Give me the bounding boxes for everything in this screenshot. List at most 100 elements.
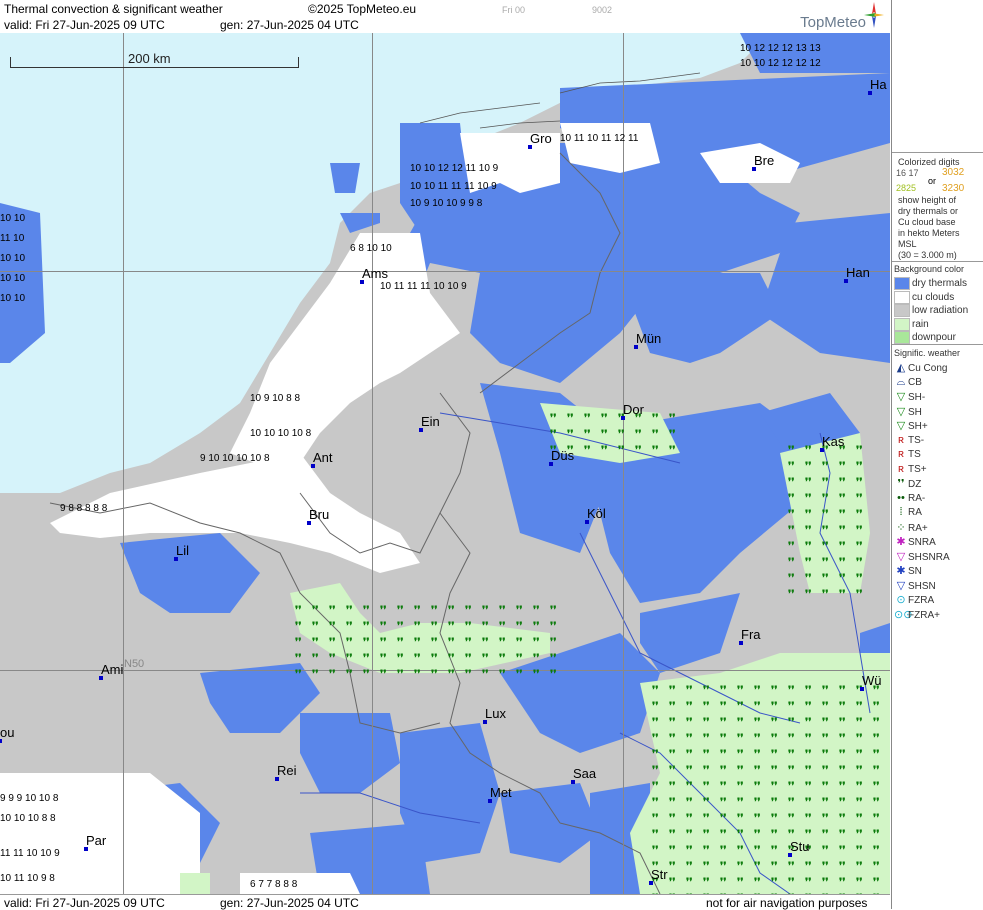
rain-mark: ❜❜: [754, 701, 761, 712]
rain-mark: ❜❜: [839, 829, 846, 840]
rain-mark: ❜❜: [805, 573, 812, 584]
rain-mark: ❜❜: [805, 493, 812, 504]
rain-mark: ❜❜: [703, 845, 710, 856]
city-label: Han: [844, 265, 870, 283]
rain-mark: ❜❜: [669, 813, 676, 824]
rain-mark: ❜❜: [805, 445, 812, 456]
rain-mark: ❜❜: [822, 573, 829, 584]
rain-mark: ❜❜: [414, 669, 421, 680]
rain-mark: ❜❜: [771, 877, 778, 888]
legend-wx-item: ʀ TS: [894, 448, 921, 462]
city-label: Met: [488, 785, 512, 803]
rain-mark: ❜❜: [465, 621, 472, 632]
rain-mark: ❜❜: [584, 413, 591, 424]
rain-mark: ❜❜: [873, 701, 880, 712]
rain-mark: ❜❜: [822, 797, 829, 808]
city-name: Lil: [176, 543, 190, 558]
rain-light-icon: ••: [897, 491, 905, 504]
city-name: Saa: [573, 766, 597, 781]
rain-mark: ❜❜: [839, 573, 846, 584]
city-label: Ant: [311, 450, 333, 468]
rain-mark: ❜❜: [312, 605, 319, 616]
logo-text: TopMeteo: [800, 14, 866, 31]
legend-wx-label: SN: [908, 566, 922, 577]
rain-mark: ❜❜: [686, 829, 693, 840]
disclaimer: not for air navigation purposes: [706, 896, 868, 910]
rain-mark: ❜❜: [652, 829, 659, 840]
rain-mark: ❜❜: [805, 461, 812, 472]
rain-mark: ❜❜: [771, 845, 778, 856]
rain-mark: ❜❜: [346, 637, 353, 648]
rain-mark: ❜❜: [839, 877, 846, 888]
city-name: Str: [651, 867, 668, 882]
city-label: Bru: [307, 507, 329, 525]
rain-mark: ❜❜: [618, 429, 625, 440]
city-marker: [788, 853, 792, 857]
rain-mark: ❜❜: [686, 701, 693, 712]
thermal-digit: 11 10: [0, 233, 25, 244]
rain-mark: ❜❜: [567, 429, 574, 440]
rain-mark: ❜❜: [856, 797, 863, 808]
rain-mark: ❜❜: [533, 669, 540, 680]
rain-mark: ❜❜: [669, 797, 676, 808]
rain-mark: ❜❜: [703, 797, 710, 808]
rain-mark: ❜❜: [839, 589, 846, 600]
rain-mark: ❜❜: [771, 717, 778, 728]
freezing-rain-heavy-icon: ⊙⊙: [894, 608, 913, 621]
legend-wx-label: TS+: [908, 463, 927, 475]
city-label: Rei: [275, 763, 297, 781]
rain-mark: ❜❜: [805, 701, 812, 712]
rain-mark: ❜❜: [482, 653, 489, 664]
city-marker: [739, 641, 743, 645]
weather-map[interactable]: 200 km N50 ❜❜ ❜❜ ❜❜ ❜❜ ❜❜ ❜❜ ❜❜ ❜❜ ❜❜ ❜❜ ❜❜ ❜❜ ❜❜ ❜❜ ❜…: [0, 33, 890, 894]
city-marker: [99, 676, 103, 680]
rain-mark: ❜❜: [584, 445, 591, 456]
rain-mark: ❜❜: [856, 749, 863, 760]
rain-mark: ❜❜: [703, 733, 710, 744]
rain-mark: ❜❜: [805, 685, 812, 696]
rain-mark: ❜❜: [329, 653, 336, 664]
legend-bg-item: low radiation: [894, 304, 968, 318]
rain-mark: ❜❜: [346, 669, 353, 680]
rain-mark: ❜❜: [856, 845, 863, 856]
city-marker: [528, 145, 532, 149]
rain-mark: ❜❜: [873, 749, 880, 760]
rain-mark: ❜❜: [737, 717, 744, 728]
rain-mark: ❜❜: [856, 717, 863, 728]
thermal-digit: 10 9 10 8 8: [250, 393, 301, 404]
rain-mark: ❜❜: [533, 605, 540, 616]
city-marker: [634, 345, 638, 349]
rain-mark: ❜❜: [839, 701, 846, 712]
rain-mark: ❜❜: [873, 829, 880, 840]
legend-wx-item: ʀ TS-: [894, 434, 924, 448]
grid-line: [0, 670, 890, 671]
city-name: Fra: [741, 627, 761, 642]
thunderstorm-heavy-icon: ʀ: [898, 462, 904, 475]
legend-example-b: 3032: [942, 167, 965, 178]
city-marker: [844, 279, 848, 283]
legend-swatch: [894, 277, 910, 290]
legend-wx-item: ⊙ FZRA: [894, 593, 934, 607]
topmeteo-logo[interactable]: TopMeteo: [794, 2, 884, 32]
thermal-digit: 10 10: [0, 273, 26, 284]
thermal-digit: 10 10: [0, 293, 26, 304]
rain-mark: ❜❜: [754, 781, 761, 792]
city-label: Ams: [360, 266, 388, 284]
rain-mark: ❜❜: [873, 733, 880, 744]
rain-mark: ❜❜: [414, 605, 421, 616]
rain-mark: ❜❜: [771, 861, 778, 872]
city-marker: [621, 416, 625, 420]
rain-mark: ❜❜: [839, 733, 846, 744]
legend-wx-item: ❜❜ DZ: [894, 477, 921, 491]
city-label: Lil: [174, 543, 190, 561]
rain-mark: ❜❜: [839, 685, 846, 696]
rain-mark: ❜❜: [737, 765, 744, 776]
rain-mark: ❜❜: [856, 765, 863, 776]
city-marker: [360, 280, 364, 284]
rain-mark: ❜❜: [856, 541, 863, 552]
city-label: Düs: [549, 448, 574, 466]
city-name: Kas: [822, 434, 845, 449]
thermal-digit: 9 10 10 10 10 8: [200, 453, 270, 464]
rain-mark: ❜❜: [737, 861, 744, 872]
rain-mark: ❜❜: [329, 669, 336, 680]
